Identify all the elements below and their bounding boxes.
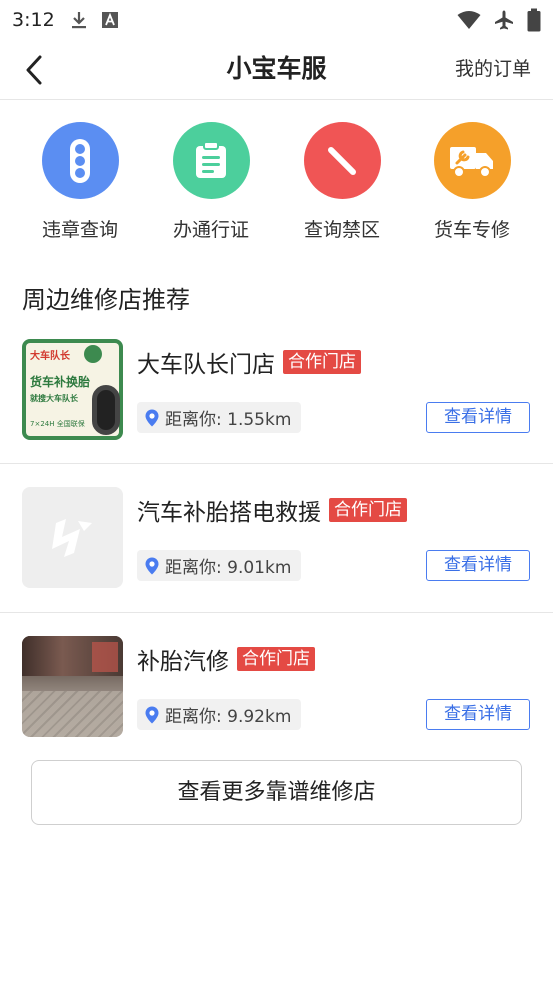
quick-action-label: 查询禁区	[303, 219, 380, 241]
view-details-button[interactable]: 查看详情	[426, 550, 530, 581]
tire-icon	[92, 385, 120, 435]
tree-logo-icon	[84, 345, 102, 363]
quick-action-restricted-zone[interactable]: 查询禁区	[282, 122, 402, 242]
battery-icon	[527, 8, 541, 32]
location-pin-icon	[145, 409, 159, 426]
status-time: 3:12	[12, 9, 55, 31]
shop-thumbnail	[22, 636, 123, 737]
partner-badge: 合作门店	[329, 498, 407, 522]
location-pin-icon	[145, 557, 159, 574]
shop-name-row: 补胎汽修 合作门店	[137, 642, 315, 676]
placeholder-logo-icon	[52, 519, 92, 557]
wifi-icon	[457, 10, 481, 30]
distance-pill: 距离你: 9.92km	[137, 699, 302, 730]
quick-action-truck-repair[interactable]: 货车专修	[412, 122, 532, 242]
divider	[0, 612, 553, 613]
distance-pill: 距离你: 1.55km	[137, 402, 302, 433]
thumb-brand: 大车队长	[30, 351, 70, 362]
shop-name-row: 汽车补胎搭电救援 合作门店	[137, 493, 407, 527]
text-a-icon	[101, 11, 119, 29]
thumb-line3: 7×24H 全国联保	[30, 420, 85, 428]
no-entry-icon	[303, 122, 381, 199]
my-orders-link[interactable]: 我的订单	[455, 40, 531, 100]
thumb-line1: 货车补换胎	[30, 375, 91, 389]
partner-badge: 合作门店	[237, 647, 315, 671]
back-button[interactable]	[14, 50, 54, 90]
status-right-icons	[457, 8, 541, 32]
quick-action-label: 办通行证	[172, 219, 249, 241]
thumb-line2: 就搜大车队长	[30, 394, 78, 403]
status-left-icons	[69, 10, 119, 30]
quick-actions: 违章查询 办通行证 查询禁区 货车专修	[0, 122, 553, 242]
divider	[0, 463, 553, 464]
airplane-icon	[493, 9, 515, 31]
distance-text: 距离你: 1.55km	[165, 410, 292, 430]
location-pin-icon	[145, 706, 159, 723]
clipboard-icon	[172, 122, 250, 199]
quick-action-label: 货车专修	[433, 219, 510, 241]
view-details-button[interactable]: 查看详情	[426, 402, 530, 433]
distance-text: 距离你: 9.01km	[165, 558, 292, 578]
download-icon	[69, 10, 89, 30]
section-title: 周边维修店推荐	[22, 286, 190, 314]
quick-action-label: 违章查询	[41, 219, 118, 241]
repair-truck-icon	[433, 122, 511, 199]
nav-bar: 小宝车服 我的订单	[0, 40, 553, 100]
distance-pill: 距离你: 9.01km	[137, 550, 302, 581]
distance-text: 距离你: 9.92km	[165, 707, 292, 727]
shop-thumbnail: 大车队长 货车补换胎 就搜大车队长 7×24H 全国联保	[22, 339, 123, 440]
traffic-light-icon	[41, 122, 119, 199]
shop-name-row: 大车队长门店 合作门店	[137, 345, 361, 379]
shop-name: 补胎汽修	[137, 649, 229, 675]
shop-card[interactable]: 大车队长 货车补换胎 就搜大车队长 7×24H 全国联保 大车队长门店 合作门店…	[0, 339, 553, 487]
partner-badge: 合作门店	[283, 350, 361, 374]
view-details-button[interactable]: 查看详情	[426, 699, 530, 730]
shop-name: 汽车补胎搭电救援	[137, 500, 321, 526]
status-bar: 3:12	[0, 0, 553, 40]
shop-name: 大车队长门店	[137, 352, 275, 378]
view-more-shops-button[interactable]: 查看更多靠谱维修店	[31, 760, 522, 825]
shop-thumbnail	[22, 487, 123, 588]
chevron-left-icon	[26, 55, 42, 85]
quick-action-violation-query[interactable]: 违章查询	[20, 122, 140, 242]
quick-action-permit[interactable]: 办通行证	[151, 122, 271, 242]
